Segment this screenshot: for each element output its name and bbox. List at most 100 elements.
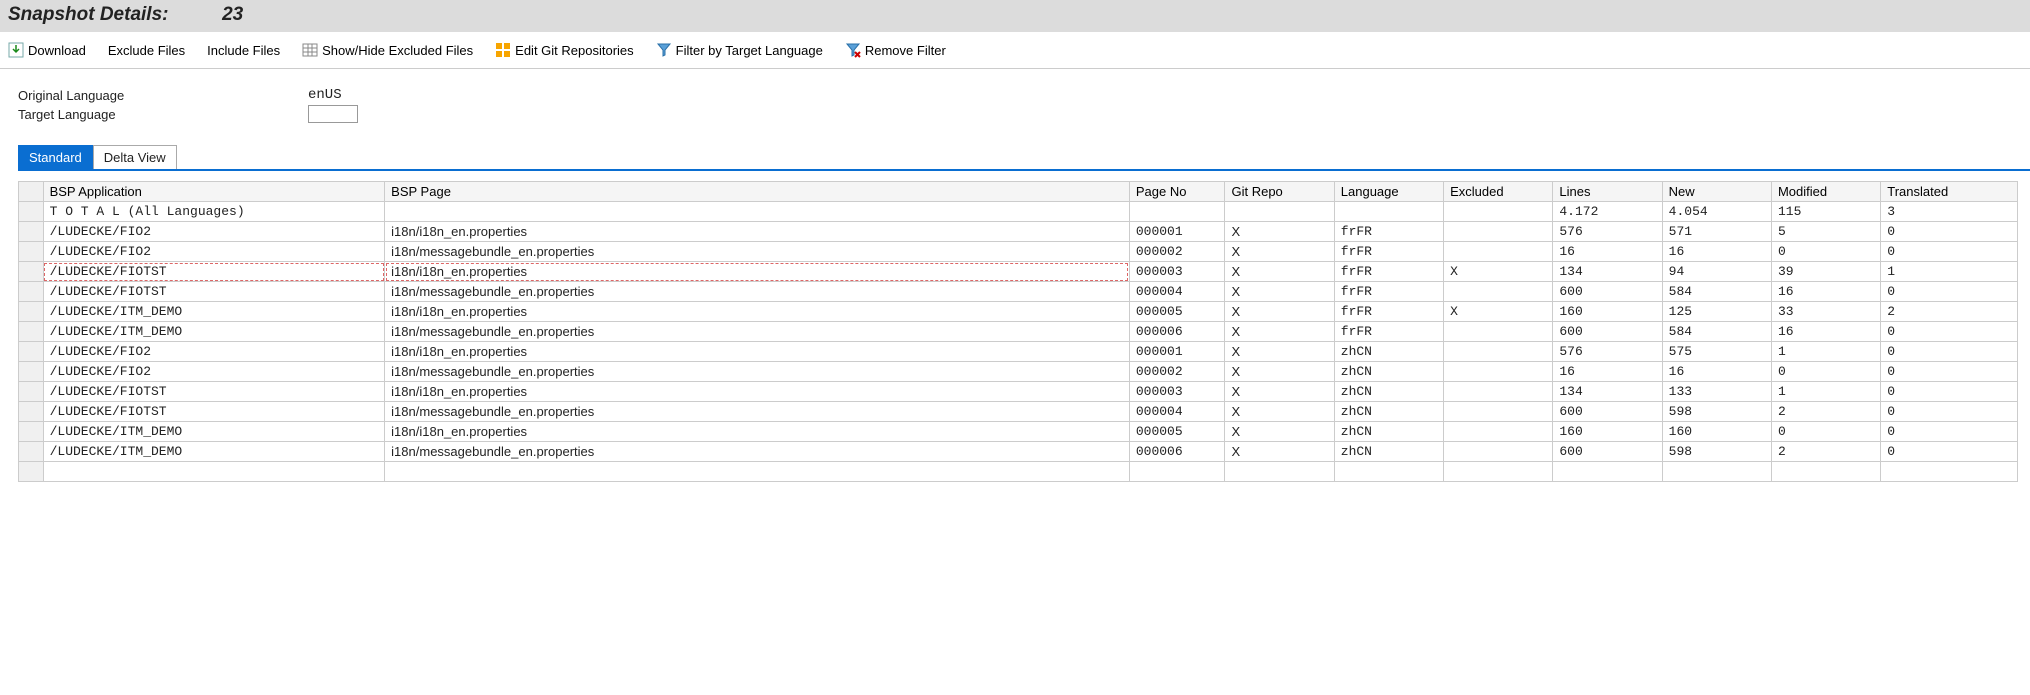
cell-page: i18n/i18n_en.properties bbox=[385, 342, 1130, 362]
col-bsp-page[interactable]: BSP Page bbox=[385, 182, 1130, 202]
col-git-repo[interactable]: Git Repo bbox=[1225, 182, 1334, 202]
exclude-files-button[interactable]: Exclude Files bbox=[108, 43, 185, 58]
row-selector[interactable] bbox=[19, 442, 44, 462]
table-row[interactable]: /LUDECKE/FIO2i18n/messagebundle_en.prope… bbox=[19, 362, 2018, 382]
table-row[interactable]: /LUDECKE/ITM_DEMOi18n/i18n_en.properties… bbox=[19, 302, 2018, 322]
row-selector[interactable] bbox=[19, 322, 44, 342]
cell-lines: 16 bbox=[1553, 362, 1662, 382]
cell-pageno: 000004 bbox=[1129, 282, 1225, 302]
cell-page: i18n/messagebundle_en.properties bbox=[385, 322, 1130, 342]
cell-pageno: 000006 bbox=[1129, 442, 1225, 462]
total-row[interactable]: T O T A L (All Languages)4.1724.0541153 bbox=[19, 202, 2018, 222]
cell bbox=[1225, 202, 1334, 222]
cell-lines: 600 bbox=[1553, 442, 1662, 462]
cell-translated: 0 bbox=[1881, 242, 2018, 262]
cell-excluded bbox=[1444, 442, 1553, 462]
table-row[interactable]: /LUDECKE/FIO2i18n/i18n_en.properties0000… bbox=[19, 222, 2018, 242]
row-selector[interactable] bbox=[19, 222, 44, 242]
row-selector[interactable] bbox=[19, 202, 44, 222]
cell-page: i18n/i18n_en.properties bbox=[385, 422, 1130, 442]
cell-translated: 2 bbox=[1881, 302, 2018, 322]
col-modified[interactable]: Modified bbox=[1771, 182, 1880, 202]
data-grid[interactable]: BSP Application BSP Page Page No Git Rep… bbox=[18, 181, 2018, 482]
cell-new: 16 bbox=[1662, 242, 1771, 262]
showhide-excluded-button[interactable]: Show/Hide Excluded Files bbox=[302, 42, 473, 58]
row-selector[interactable] bbox=[19, 402, 44, 422]
col-new[interactable]: New bbox=[1662, 182, 1771, 202]
col-bsp-application[interactable]: BSP Application bbox=[43, 182, 385, 202]
cell-page: i18n/messagebundle_en.properties bbox=[385, 282, 1130, 302]
cell-git: X bbox=[1225, 322, 1334, 342]
cell-app: /LUDECKE/FIOTST bbox=[43, 382, 385, 402]
cell-git: X bbox=[1225, 402, 1334, 422]
download-button[interactable]: Download bbox=[8, 42, 86, 58]
cell-new: 94 bbox=[1662, 262, 1771, 282]
cell-lines: 134 bbox=[1553, 382, 1662, 402]
cell-page: i18n/i18n_en.properties bbox=[385, 382, 1130, 402]
col-excluded[interactable]: Excluded bbox=[1444, 182, 1553, 202]
cell-git: X bbox=[1225, 382, 1334, 402]
table-row[interactable]: /LUDECKE/FIOTSTi18n/i18n_en.properties00… bbox=[19, 262, 2018, 282]
cell bbox=[1444, 462, 1553, 482]
empty-row bbox=[19, 462, 2018, 482]
cell bbox=[1225, 462, 1334, 482]
cell-git: X bbox=[1225, 342, 1334, 362]
table-row[interactable]: /LUDECKE/ITM_DEMOi18n/messagebundle_en.p… bbox=[19, 442, 2018, 462]
table-row[interactable]: /LUDECKE/ITM_DEMOi18n/i18n_en.properties… bbox=[19, 422, 2018, 442]
table-row[interactable]: /LUDECKE/FIOTSTi18n/messagebundle_en.pro… bbox=[19, 402, 2018, 422]
col-translated[interactable]: Translated bbox=[1881, 182, 2018, 202]
cell-translated: 0 bbox=[1881, 422, 2018, 442]
cell-modified: 5 bbox=[1771, 222, 1880, 242]
row-selector[interactable] bbox=[19, 302, 44, 322]
row-selector[interactable] bbox=[19, 362, 44, 382]
col-page-no[interactable]: Page No bbox=[1129, 182, 1225, 202]
cell-modified: 33 bbox=[1771, 302, 1880, 322]
edit-git-button[interactable]: Edit Git Repositories bbox=[495, 42, 634, 58]
col-lines[interactable]: Lines bbox=[1553, 182, 1662, 202]
row-selector[interactable] bbox=[19, 262, 44, 282]
cell-translated: 1 bbox=[1881, 262, 2018, 282]
tab-standard[interactable]: Standard bbox=[18, 145, 93, 169]
table-row[interactable]: /LUDECKE/FIOTSTi18n/messagebundle_en.pro… bbox=[19, 282, 2018, 302]
row-selector[interactable] bbox=[19, 462, 44, 482]
table-row[interactable]: /LUDECKE/FIOTSTi18n/i18n_en.properties00… bbox=[19, 382, 2018, 402]
cell-git: X bbox=[1225, 362, 1334, 382]
total-translated: 3 bbox=[1881, 202, 2018, 222]
original-language-label: Original Language bbox=[18, 88, 308, 103]
cell bbox=[1553, 462, 1662, 482]
cell-excluded bbox=[1444, 402, 1553, 422]
remove-filter-button[interactable]: Remove Filter bbox=[845, 42, 946, 58]
include-files-button[interactable]: Include Files bbox=[207, 43, 280, 58]
cell-translated: 0 bbox=[1881, 362, 2018, 382]
filter-button[interactable]: Filter by Target Language bbox=[656, 42, 823, 58]
table-row[interactable]: /LUDECKE/FIO2i18n/i18n_en.properties0000… bbox=[19, 342, 2018, 362]
cell-excluded bbox=[1444, 342, 1553, 362]
cell-translated: 0 bbox=[1881, 382, 2018, 402]
cell-page: i18n/messagebundle_en.properties bbox=[385, 362, 1130, 382]
tab-delta-view[interactable]: Delta View bbox=[93, 145, 177, 169]
target-language-input[interactable] bbox=[308, 105, 358, 123]
cell-excluded bbox=[1444, 242, 1553, 262]
cell-translated: 0 bbox=[1881, 342, 2018, 362]
form-area: Original Language enUS Target Language bbox=[0, 69, 2030, 131]
cell-lang: frFR bbox=[1334, 302, 1443, 322]
cell-lang: zhCN bbox=[1334, 402, 1443, 422]
row-selector[interactable] bbox=[19, 242, 44, 262]
table-row[interactable]: /LUDECKE/ITM_DEMOi18n/messagebundle_en.p… bbox=[19, 322, 2018, 342]
col-language[interactable]: Language bbox=[1334, 182, 1443, 202]
cell-git: X bbox=[1225, 442, 1334, 462]
download-label: Download bbox=[28, 43, 86, 58]
cell-new: 16 bbox=[1662, 362, 1771, 382]
editgit-label: Edit Git Repositories bbox=[515, 43, 634, 58]
cell-new: 125 bbox=[1662, 302, 1771, 322]
row-selector-header[interactable] bbox=[19, 182, 44, 202]
row-selector[interactable] bbox=[19, 422, 44, 442]
row-selector[interactable] bbox=[19, 382, 44, 402]
cell-new: 584 bbox=[1662, 322, 1771, 342]
cell bbox=[1771, 462, 1880, 482]
cell-pageno: 000005 bbox=[1129, 422, 1225, 442]
table-row[interactable]: /LUDECKE/FIO2i18n/messagebundle_en.prope… bbox=[19, 242, 2018, 262]
row-selector[interactable] bbox=[19, 342, 44, 362]
cell-excluded bbox=[1444, 382, 1553, 402]
row-selector[interactable] bbox=[19, 282, 44, 302]
